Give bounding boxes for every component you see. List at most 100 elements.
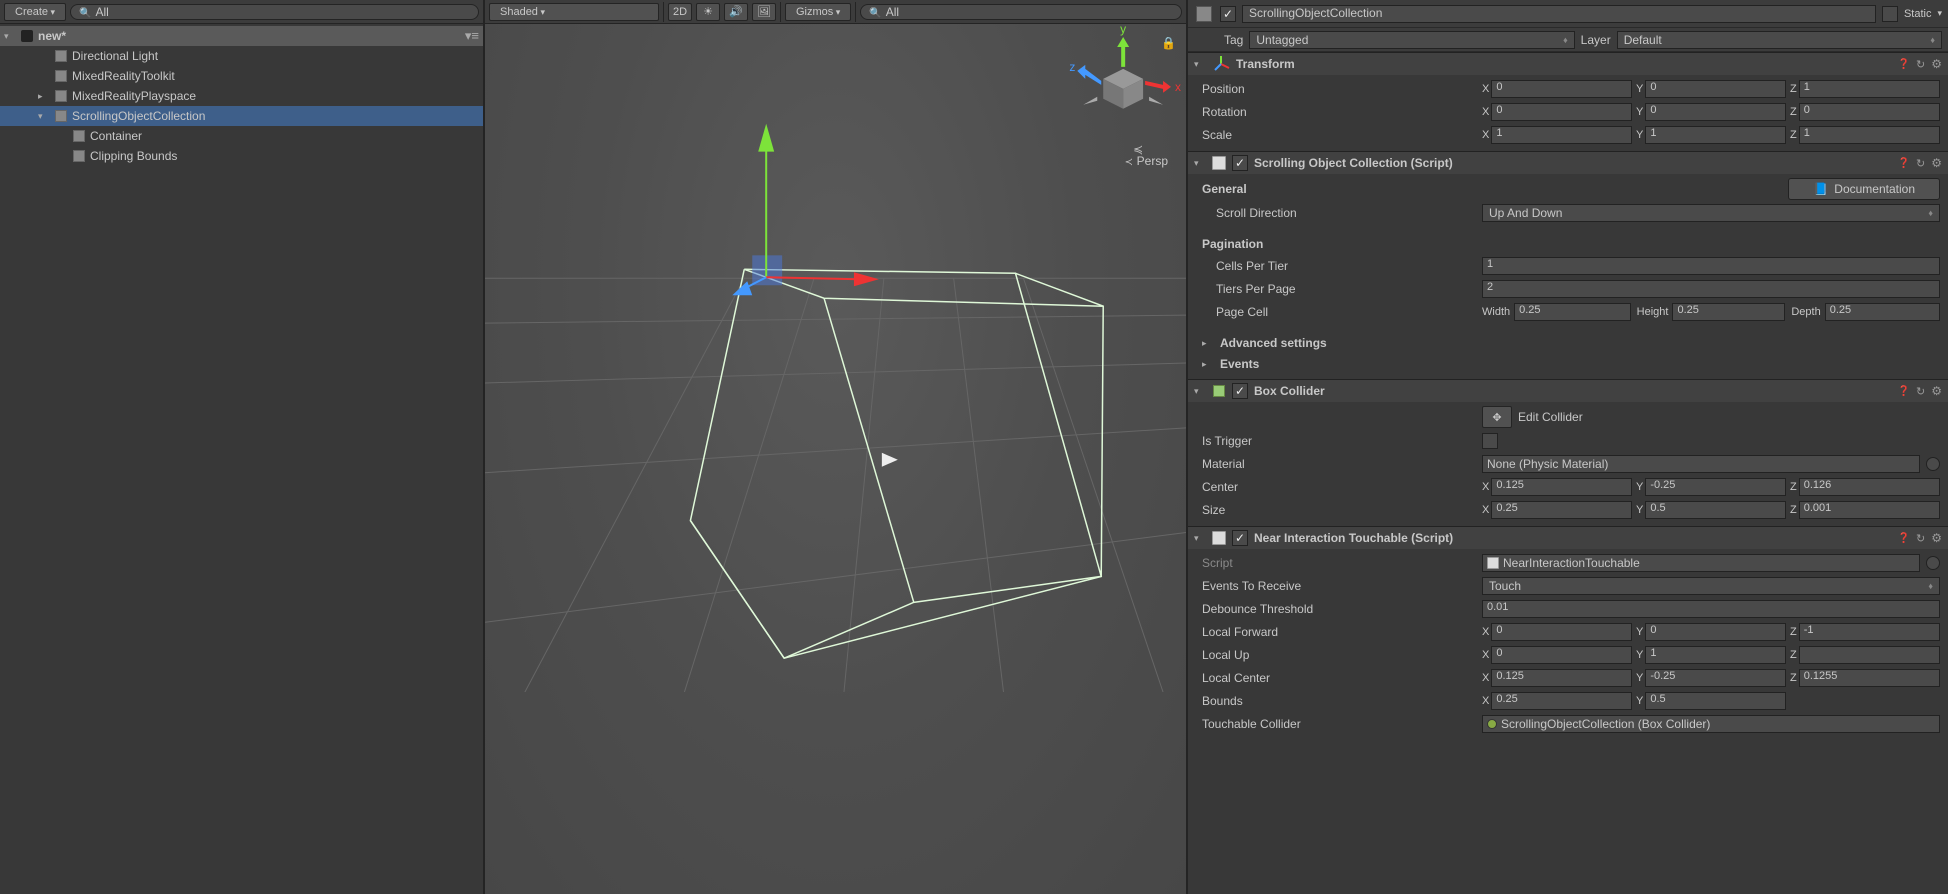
tag-layer-row: Tag Untagged♦ Layer Default♦ — [1188, 28, 1948, 52]
component-title: Near Interaction Touchable (Script) — [1254, 531, 1892, 545]
preset-icon[interactable] — [1916, 157, 1925, 170]
advanced-settings-fold[interactable]: ▸Advanced settings — [1196, 334, 1940, 352]
component-header[interactable]: ▾ Near Interaction Touchable (Script) — [1188, 527, 1948, 549]
active-checkbox[interactable] — [1220, 6, 1236, 22]
settings-icon[interactable] — [1931, 531, 1942, 545]
static-checkbox[interactable] — [1882, 6, 1898, 22]
events-to-receive-dropdown[interactable]: Touch♦ — [1482, 577, 1940, 595]
rotation-field[interactable]: X0 Y0 Z0 — [1482, 103, 1940, 121]
cells-per-tier-field[interactable]: 1 — [1482, 257, 1940, 275]
local-center-field[interactable]: X0.125 Y-0.25 Z0.1255 — [1482, 669, 1940, 687]
scale-field[interactable]: X1 Y1 Z1 — [1482, 126, 1940, 144]
hierarchy-item[interactable]: Container — [0, 126, 483, 146]
scene-view[interactable]: Shaded 2D ☀ 🔊 🖼 Gizmos All — [485, 0, 1188, 894]
is-trigger-checkbox[interactable] — [1482, 433, 1498, 449]
events-fold[interactable]: ▸Events — [1196, 355, 1940, 373]
persp-label[interactable]: ≺ Persp — [1125, 153, 1168, 168]
transform-icon — [1212, 55, 1230, 73]
preset-icon[interactable] — [1916, 385, 1925, 398]
shading-dropdown[interactable]: Shaded — [489, 3, 659, 21]
gizmos-dropdown[interactable]: Gizmos — [785, 3, 851, 21]
debounce-threshold-label: Debounce Threshold — [1196, 602, 1476, 616]
settings-icon[interactable] — [1931, 384, 1942, 398]
lock-icon[interactable]: 🔒 — [1161, 36, 1176, 50]
settings-icon[interactable] — [1931, 156, 1942, 170]
lighting-toggle[interactable]: ☀ — [696, 3, 720, 21]
scene-search[interactable]: All — [860, 4, 1182, 20]
hierarchy-item-selected[interactable]: ▾ ScrollingObjectCollection — [0, 106, 483, 126]
height-label: Height — [1637, 306, 1669, 318]
unity-icon — [20, 29, 34, 43]
help-icon[interactable] — [1898, 157, 1910, 169]
component-header[interactable]: ▾ Scrolling Object Collection (Script) — [1188, 152, 1948, 174]
scale-label: Scale — [1196, 128, 1476, 142]
local-forward-field[interactable]: X0 Y0 Z-1 — [1482, 623, 1940, 641]
edit-collider-icon[interactable]: ✥ — [1482, 406, 1512, 428]
object-picker-icon[interactable] — [1926, 556, 1940, 570]
component-header[interactable]: ▾ Box Collider — [1188, 380, 1948, 402]
size-field[interactable]: X0.25 Y0.5 Z0.001 — [1482, 501, 1940, 519]
inspector-header: ScrollingObjectCollection Static ▾ — [1188, 0, 1948, 28]
enable-checkbox[interactable] — [1232, 530, 1248, 546]
settings-icon[interactable] — [1931, 57, 1942, 71]
mode-2d-toggle[interactable]: 2D — [668, 3, 692, 21]
hierarchy-item[interactable]: Directional Light — [0, 46, 483, 66]
item-label: MixedRealityToolkit — [72, 69, 175, 83]
debounce-threshold-field[interactable]: 0.01 — [1482, 600, 1940, 618]
preset-icon[interactable] — [1916, 532, 1925, 545]
hierarchy-search[interactable]: All — [70, 4, 479, 20]
object-name-field[interactable]: ScrollingObjectCollection — [1242, 5, 1876, 23]
hierarchy-toolbar: Create All — [0, 0, 483, 24]
help-icon[interactable] — [1898, 532, 1910, 544]
static-dropdown-icon[interactable]: ▾ — [1937, 8, 1942, 19]
fold-icon[interactable]: ▸ — [38, 91, 50, 102]
audio-toggle[interactable]: 🔊 — [724, 3, 748, 21]
height-field[interactable]: 0.25 — [1672, 303, 1785, 321]
documentation-button[interactable]: 📘Documentation — [1788, 178, 1940, 200]
tiers-per-page-label: Tiers Per Page — [1196, 282, 1476, 296]
cells-per-tier-label: Cells Per Tier — [1196, 259, 1476, 273]
gameobject-icon — [72, 149, 86, 163]
layer-dropdown[interactable]: Default♦ — [1617, 31, 1942, 49]
help-icon[interactable] — [1898, 58, 1910, 70]
fx-toggle[interactable]: 🖼 — [752, 3, 776, 21]
object-picker-icon[interactable] — [1926, 457, 1940, 471]
help-icon[interactable] — [1898, 385, 1910, 397]
tag-label: Tag — [1224, 33, 1243, 47]
script-label: Script — [1196, 556, 1476, 570]
gameobject-icon[interactable] — [1194, 4, 1214, 24]
bounds-label: Bounds — [1196, 694, 1476, 708]
material-label: Material — [1196, 457, 1476, 471]
scene-menu-icon[interactable]: ▾≡ — [465, 28, 479, 44]
local-up-field[interactable]: X0 Y1 Z — [1482, 646, 1940, 664]
position-field[interactable]: X0 Y0 Z1 — [1482, 80, 1940, 98]
fold-icon[interactable]: ▾ — [38, 111, 50, 122]
gameobject-icon — [54, 69, 68, 83]
scene-content: y x z ≼ — [485, 24, 1186, 692]
hierarchy-item[interactable]: Clipping Bounds — [0, 146, 483, 166]
enable-checkbox[interactable] — [1232, 155, 1248, 171]
svg-text:z: z — [1069, 60, 1075, 74]
preset-icon[interactable] — [1916, 58, 1925, 71]
page-cell-label: Page Cell — [1196, 305, 1476, 319]
svg-text:y: y — [1120, 24, 1126, 36]
doc-icon: 📘 — [1813, 182, 1828, 196]
material-field[interactable]: None (Physic Material) — [1482, 455, 1920, 473]
tag-dropdown[interactable]: Untagged♦ — [1249, 31, 1574, 49]
component-header[interactable]: ▾ Transform — [1188, 53, 1948, 75]
fold-icon[interactable]: ▾ — [4, 31, 16, 42]
hierarchy-item[interactable]: MixedRealityToolkit — [0, 66, 483, 86]
hierarchy-item[interactable]: ▸ MixedRealityPlayspace — [0, 86, 483, 106]
touchable-collider-field[interactable]: ScrollingObjectCollection (Box Collider) — [1482, 715, 1940, 733]
enable-checkbox[interactable] — [1232, 383, 1248, 399]
center-field[interactable]: X0.125 Y-0.25 Z0.126 — [1482, 478, 1940, 496]
static-label: Static — [1904, 8, 1932, 20]
width-field[interactable]: 0.25 — [1514, 303, 1631, 321]
depth-field[interactable]: 0.25 — [1825, 303, 1940, 321]
bounds-field[interactable]: X0.25 Y0.5 Z — [1482, 692, 1940, 710]
transform-component: ▾ Transform Position X0 Y0 Z1 Rotation X… — [1188, 52, 1948, 151]
scene-row[interactable]: ▾ new* ▾≡ — [0, 26, 483, 46]
create-button[interactable]: Create — [4, 3, 66, 21]
tiers-per-page-field[interactable]: 2 — [1482, 280, 1940, 298]
scroll-direction-dropdown[interactable]: Up And Down♦ — [1482, 204, 1940, 222]
